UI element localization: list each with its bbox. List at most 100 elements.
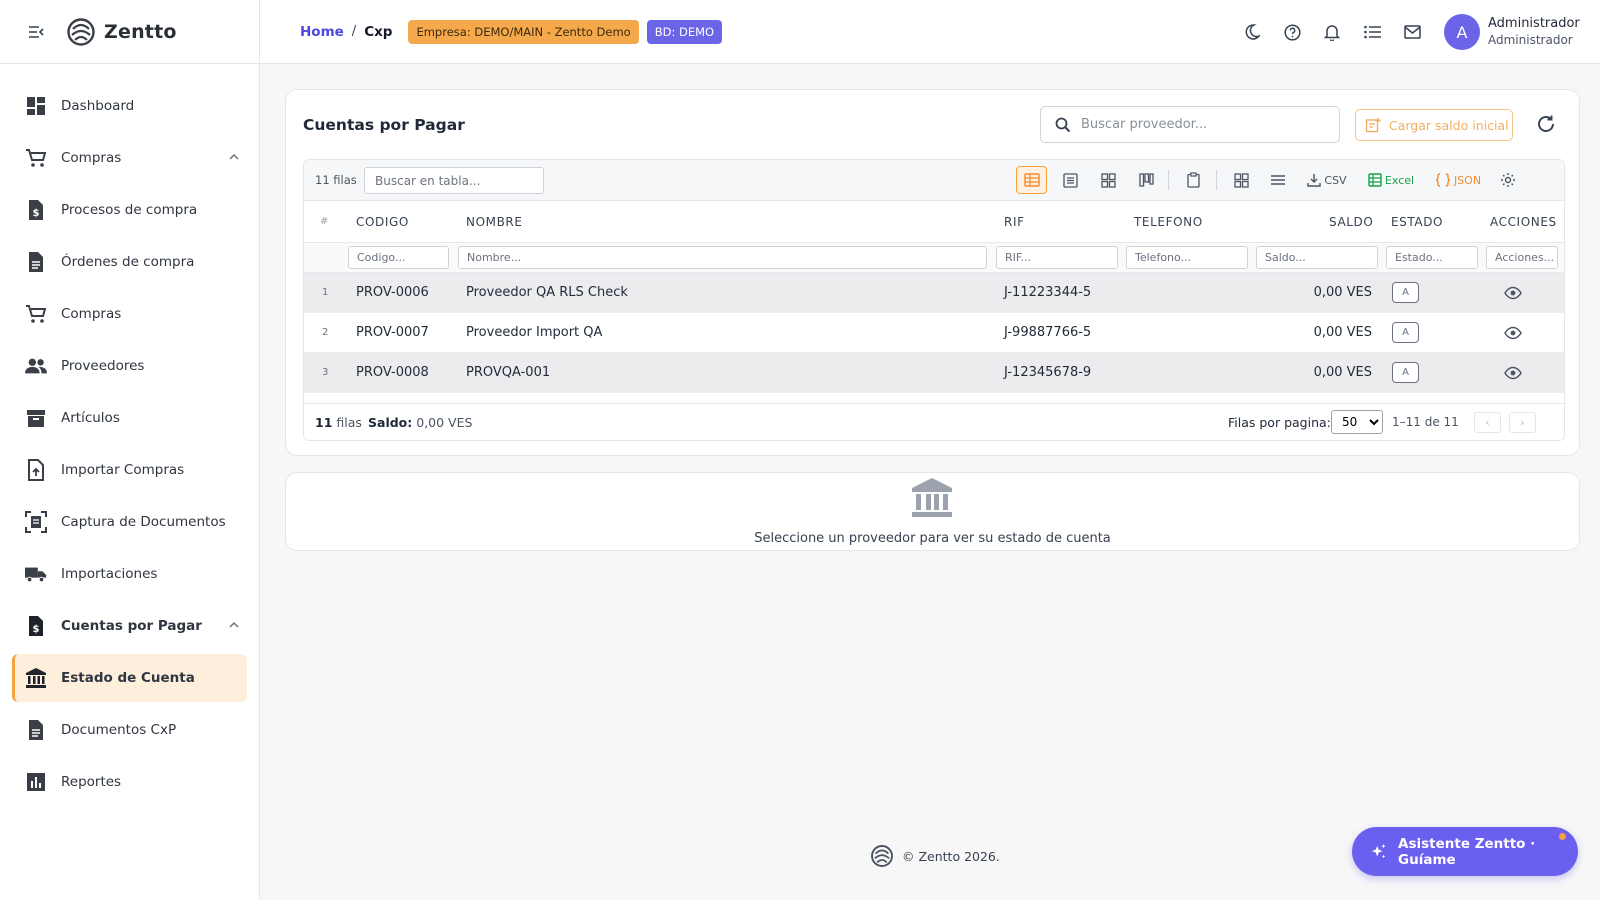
sidebar-item-label: Artículos	[61, 410, 120, 426]
cargar-saldo-inicial-button[interactable]: Cargar saldo inicial	[1355, 109, 1513, 141]
grid-filter-row	[304, 243, 1564, 273]
dark-mode-moon-icon[interactable]	[1242, 22, 1262, 42]
database-badge: BD: DEMO	[646, 19, 723, 44]
table-row[interactable]: 3 PROV-0008 PROVQA-001 J-12345678-9 0,00…	[304, 353, 1564, 393]
mail-icon[interactable]	[1402, 22, 1422, 42]
estado-chip: A	[1392, 362, 1419, 383]
sidebar-nav: Dashboard Compras $ Procesos de compra Ó…	[0, 64, 259, 806]
sidebar-item-label: Estado de Cuenta	[61, 670, 195, 686]
table-search-input[interactable]	[364, 167, 544, 194]
sparkles-icon	[1371, 843, 1386, 858]
settings-gear-icon[interactable]	[1496, 166, 1520, 194]
assistant-button[interactable]: Asistente Zentto · Guíame	[1352, 827, 1578, 876]
toolbar-divider	[1168, 170, 1169, 190]
view-kanban-icon[interactable]	[1134, 166, 1158, 194]
refresh-icon[interactable]	[1535, 113, 1557, 135]
truck-icon	[25, 563, 47, 585]
next-page-button[interactable]: ›	[1509, 412, 1536, 433]
table-row[interactable]: 2 PROV-0007 Proveedor Import QA J-998877…	[304, 313, 1564, 353]
sidebar-item-importaciones[interactable]: Importaciones	[0, 550, 247, 598]
grid-header-row: # CODIGO NOMBRE RIF TELEFONO SALDO ESTAD…	[304, 201, 1564, 243]
density-grid-icon[interactable]	[1229, 166, 1253, 194]
view-eye-icon[interactable]	[1504, 364, 1522, 382]
sidebar-item-label: Importar Compras	[61, 462, 185, 478]
view-eye-icon[interactable]	[1504, 284, 1522, 302]
file-upload-icon	[25, 459, 47, 481]
filter-codigo-input[interactable]	[348, 246, 449, 269]
filter-rif-input[interactable]	[996, 246, 1118, 269]
view-list-icon[interactable]	[1058, 166, 1082, 194]
footer-row-count: 11 filas	[315, 415, 362, 430]
cell-rif: J-99887766-5	[1004, 325, 1092, 340]
header-nombre[interactable]: NOMBRE	[466, 215, 523, 229]
cell-saldo: 0,00 VES	[1313, 325, 1372, 340]
search-icon	[1055, 117, 1071, 132]
search-proveedor-input[interactable]	[1081, 117, 1321, 132]
sidebar-item-dashboard[interactable]: Dashboard	[0, 82, 247, 130]
user-info[interactable]: Administrador Administrador	[1488, 16, 1600, 48]
sidebar-item-ordenes-compra[interactable]: Órdenes de compra	[0, 238, 247, 286]
task-list-icon[interactable]	[1362, 22, 1382, 42]
filter-saldo-input[interactable]	[1256, 246, 1378, 269]
sidebar-item-label: Captura de Documentos	[61, 514, 226, 530]
export-json-button[interactable]: JSON	[1434, 166, 1482, 194]
sidebar-item-procesos-compra[interactable]: $ Procesos de compra	[0, 186, 247, 234]
sidebar-item-importar-compras[interactable]: Importar Compras	[0, 446, 247, 494]
sidebar-item-articulos[interactable]: Artículos	[0, 394, 247, 442]
prev-page-button[interactable]: ‹	[1474, 412, 1501, 433]
sidebar-item-reportes[interactable]: Reportes	[0, 758, 247, 806]
row-index: 3	[322, 367, 329, 378]
estado-cuenta-empty-card: Seleccione un proveedor para ver su esta…	[285, 472, 1580, 551]
zentto-logo-icon	[871, 845, 893, 867]
filter-estado-input[interactable]	[1386, 246, 1478, 269]
breadcrumb-home[interactable]: Home	[300, 24, 344, 40]
view-grid-icon[interactable]	[1096, 166, 1120, 194]
menu-collapse-icon[interactable]	[26, 22, 46, 42]
table-row[interactable]: 1 PROV-0006 Proveedor QA RLS Check J-112…	[304, 273, 1564, 313]
sidebar-item-proveedores[interactable]: Proveedores	[0, 342, 247, 390]
header-rif[interactable]: RIF	[1004, 215, 1025, 229]
filter-nombre-input[interactable]	[458, 246, 987, 269]
user-name: Administrador	[1488, 16, 1580, 31]
sidebar-item-documentos-cxp[interactable]: Documentos CxP	[0, 706, 247, 754]
clipboard-icon[interactable]	[1181, 166, 1205, 194]
rows-per-page-select[interactable]: 50	[1331, 410, 1383, 434]
view-table-icon[interactable]	[1016, 166, 1047, 194]
footer-saldo: Saldo: 0,00 VES	[368, 415, 473, 430]
invoice-dollar-icon: $	[25, 199, 47, 221]
density-lines-icon[interactable]	[1266, 166, 1290, 194]
estado-chip: A	[1392, 322, 1419, 343]
notifications-bell-icon[interactable]	[1322, 22, 1342, 42]
help-icon[interactable]	[1282, 22, 1302, 42]
brand-name: Zentto	[104, 20, 177, 43]
shopping-cart-icon	[25, 147, 47, 169]
cell-codigo: PROV-0006	[356, 285, 429, 300]
user-role: Administrador	[1488, 33, 1573, 47]
archive-box-icon	[25, 407, 47, 429]
bar-chart-icon	[25, 771, 47, 793]
user-avatar[interactable]: A	[1444, 14, 1480, 50]
header-telefono[interactable]: TELEFONO	[1134, 215, 1203, 229]
document-scanner-icon	[25, 511, 47, 533]
cargar-saldo-label: Cargar saldo inicial	[1389, 117, 1509, 133]
sidebar-item-compras[interactable]: Compras	[0, 290, 247, 338]
header-codigo[interactable]: CODIGO	[356, 215, 409, 229]
export-csv-button[interactable]: CSV	[1305, 166, 1349, 194]
cell-nombre: Proveedor Import QA	[466, 325, 603, 340]
sidebar-group-compras[interactable]: Compras	[0, 134, 247, 182]
sidebar-item-captura-documentos[interactable]: Captura de Documentos	[0, 498, 247, 546]
sidebar-item-estado-cuenta[interactable]: Estado de Cuenta	[12, 654, 247, 702]
page-footer: © Zentto 2026.	[870, 844, 1000, 868]
filter-telefono-input[interactable]	[1126, 246, 1248, 269]
copyright-text: © Zentto 2026.	[902, 848, 1000, 864]
chevron-up-icon	[229, 153, 239, 160]
filter-acciones-input[interactable]	[1486, 246, 1558, 269]
header-estado[interactable]: ESTADO	[1391, 215, 1443, 229]
sidebar-group-cuentas-por-pagar[interactable]: $ Cuentas por Pagar	[0, 602, 247, 650]
brand-header: Zentto	[0, 0, 259, 64]
view-eye-icon[interactable]	[1504, 324, 1522, 342]
header-saldo[interactable]: SALDO	[1329, 215, 1373, 229]
export-excel-button[interactable]: Excel	[1367, 166, 1415, 194]
document-icon	[25, 719, 47, 741]
sidebar-item-label: Proveedores	[61, 358, 145, 374]
